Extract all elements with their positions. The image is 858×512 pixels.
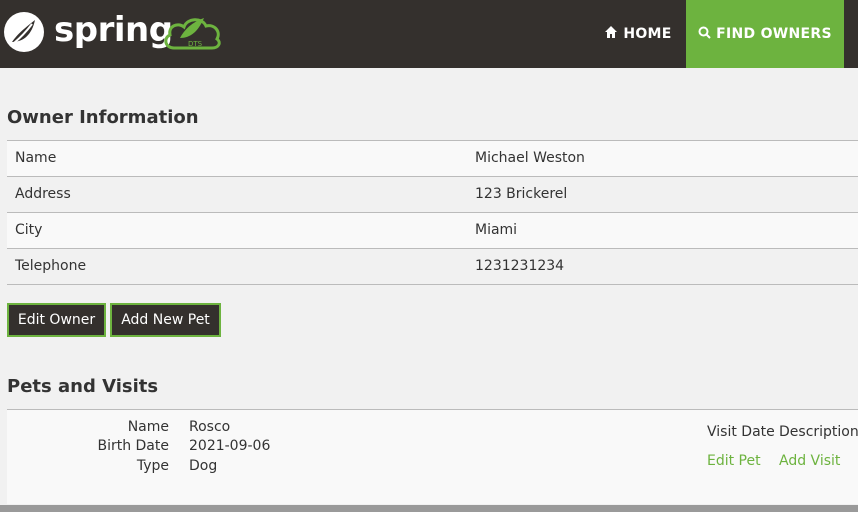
nav-find-owners-label: FIND OWNERS [716, 26, 832, 42]
add-visit-link[interactable]: Add Visit [779, 453, 840, 469]
visit-date-header: Visit Date [707, 424, 775, 440]
owner-row-address: Address 123 Brickerel [7, 177, 858, 213]
owner-name-value: Michael Weston [475, 150, 585, 166]
spring-leaf-icon [4, 12, 44, 52]
pet-name-label: Name [127, 419, 169, 435]
pet-birth-date-label: Birth Date [97, 438, 169, 454]
edit-owner-button[interactable]: Edit Owner [7, 303, 106, 337]
pet-type-value: Dog [189, 458, 218, 474]
owner-info-heading: Owner Information [7, 107, 199, 128]
pet-birth-date-value: 2021-09-06 [189, 438, 271, 454]
pets-visits-heading: Pets and Visits [7, 376, 159, 397]
owner-table: Name Michael Weston Address 123 Brickere… [7, 140, 858, 285]
owner-label: Name [15, 150, 57, 166]
owner-row-telephone: Telephone 1231231234 [7, 249, 858, 285]
pet-name-value: Rosco [189, 419, 231, 435]
nav-home[interactable]: HOME [590, 0, 686, 68]
owner-label: Address [15, 186, 71, 202]
edit-pet-link[interactable]: Edit Pet [707, 453, 761, 469]
pet-type-label: Type [136, 458, 169, 474]
cloud-leaf-icon: DTS [164, 18, 221, 50]
owner-address-value: 123 Brickerel [475, 186, 568, 202]
owner-label: City [15, 222, 43, 238]
nav-home-label: HOME [623, 26, 672, 42]
nav-find-owners[interactable]: FIND OWNERS [686, 0, 844, 68]
owner-telephone-value: 1231231234 [475, 258, 565, 274]
navbar: spring DTS HOME FIND OWNERS [0, 0, 858, 68]
home-icon [604, 25, 618, 43]
search-icon [698, 26, 711, 43]
add-new-pet-button[interactable]: Add New Pet [110, 303, 221, 337]
description-header: Description [779, 424, 858, 440]
footer-bar [0, 505, 858, 512]
owner-label: Telephone [15, 258, 87, 274]
owner-row-name: Name Michael Weston [7, 141, 858, 177]
owner-row-city: City Miami [7, 213, 858, 249]
cloud-text: DTS [188, 40, 203, 48]
pet-entry: Name Rosco Birth Date 2021-09-06 Type Do… [7, 409, 858, 504]
spring-wordmark: spring [54, 10, 173, 50]
owner-city-value: Miami [475, 222, 518, 238]
